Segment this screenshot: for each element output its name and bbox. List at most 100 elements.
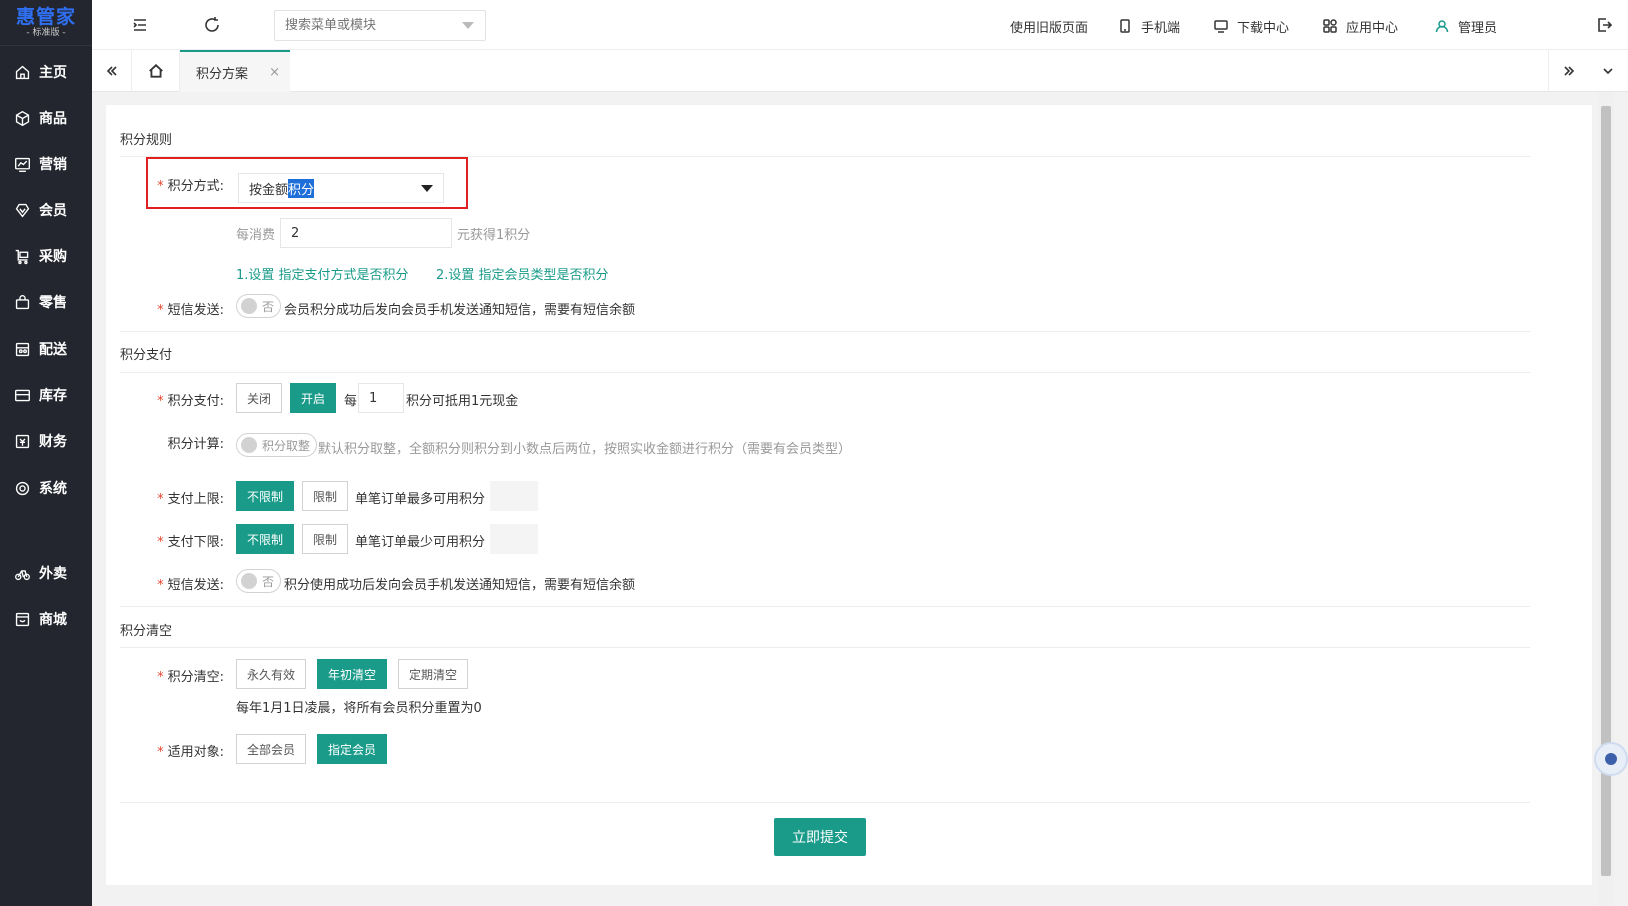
tab-menu-button[interactable] — [1588, 50, 1628, 92]
method-label: * 积分方式: — [157, 179, 224, 194]
sidebar-item-label: 商品 — [39, 111, 67, 127]
menu-toggle-button[interactable] — [130, 15, 150, 35]
sidebar-item-inventory[interactable]: 库存 — [0, 377, 92, 413]
switch-label: 否 — [262, 299, 275, 314]
member-type-setting-link[interactable]: 2.设置 指定会员类型是否积分 — [436, 264, 609, 283]
sidebar-item-home[interactable]: 主页 — [0, 54, 92, 90]
clear-year-start-button[interactable]: 年初清空 — [317, 659, 388, 689]
chart-icon — [15, 157, 30, 172]
settings-icon — [15, 481, 30, 495]
mobile-link[interactable]: 手机端 — [1117, 16, 1180, 36]
sidebar-item-label: 零售 — [39, 295, 67, 311]
points-pay-off-button[interactable]: 关闭 — [236, 383, 283, 413]
switch-knob — [241, 437, 257, 453]
double-chevron-right-icon — [1563, 66, 1574, 76]
sidebar-item-system[interactable]: 系统 — [0, 470, 92, 506]
page-scrollbar[interactable] — [1598, 92, 1614, 906]
clear-forever-button[interactable]: 永久有效 — [236, 659, 307, 689]
home-icon — [148, 64, 163, 78]
every-label: 每 — [344, 394, 358, 409]
user-icon — [1435, 20, 1449, 33]
logout-button[interactable] — [1594, 15, 1614, 35]
switch-knob — [241, 298, 257, 314]
points-method-value: 按金额 — [249, 182, 289, 198]
per-spend-input[interactable] — [280, 218, 452, 248]
sidebar-item-marketing[interactable]: 营销 — [0, 146, 92, 182]
old-page-link[interactable]: 使用旧版页面 — [1010, 16, 1088, 36]
target-label: * 适用对象: — [157, 745, 224, 760]
target-specific-members-button[interactable]: 指定会员 — [317, 734, 388, 764]
refresh-button[interactable] — [202, 15, 222, 35]
upper-limit-input[interactable] — [490, 481, 538, 511]
sidebar-item-delivery[interactable]: 配送 — [0, 331, 92, 367]
clear-label: * 积分清空: — [157, 670, 224, 685]
sidebar-item-finance[interactable]: 财务 — [0, 423, 92, 459]
download-center-label: 下载中心 — [1237, 20, 1290, 36]
search-input[interactable] — [274, 10, 486, 41]
divider — [120, 372, 1530, 373]
search-dropdown-arrow-icon[interactable] — [462, 22, 474, 29]
tab-points-scheme[interactable]: 积分方案 × — [180, 50, 290, 92]
divider — [120, 647, 1530, 648]
tab-bar: 积分方案 × — [92, 50, 1628, 92]
sidebar-item-mall[interactable]: 商城 — [0, 601, 92, 637]
brand-logo[interactable]: 惠管家 - 标准版 - — [0, 0, 92, 46]
inbox-icon — [15, 389, 30, 401]
lower-limit-description: 单笔订单最少可用积分 — [355, 535, 486, 550]
sidebar-item-label: 采购 — [39, 249, 67, 265]
switch-label: 否 — [262, 574, 275, 589]
sidebar-item-goods[interactable]: 商品 — [0, 100, 92, 136]
submit-button[interactable]: 立即提交 — [774, 818, 866, 856]
points-pay-label: * 积分支付: — [157, 394, 224, 409]
target-all-members-button[interactable]: 全部会员 — [236, 734, 307, 764]
upper-limit-description: 单笔订单最多可用积分 — [355, 492, 486, 507]
sidebar-item-takeout[interactable]: 外卖 — [0, 555, 92, 591]
sidebar-item-member[interactable]: 会员 — [0, 192, 92, 228]
tab-scroll-right-button[interactable] — [1548, 50, 1588, 92]
app-center-link[interactable]: 应用中心 — [1322, 16, 1398, 36]
pay-sms-switch[interactable]: 否 — [236, 569, 282, 593]
section-title-rules: 积分规则 — [120, 133, 173, 148]
upper-unlimited-button[interactable]: 不限制 — [236, 481, 295, 511]
switch-label: 积分取整 — [262, 438, 311, 453]
points-per-cash-input[interactable] — [358, 383, 404, 413]
points-pay-on-button[interactable]: 开启 — [290, 383, 337, 413]
points-method-select[interactable]: 按金额 积分 — [238, 173, 444, 203]
sidebar-item-purchase[interactable]: 采购 — [0, 238, 92, 274]
points-per-cash-suffix: 积分可抵用1元现金 — [406, 394, 519, 409]
tab-scroll-left-button[interactable] — [92, 50, 132, 92]
switch-knob — [241, 573, 257, 589]
points-calc-label: 积分计算: — [167, 437, 224, 452]
sidebar: 惠管家 - 标准版 - 主页 商品 营销 会员 采购 零售 配送 库存 财务 系… — [0, 0, 92, 906]
finance-icon — [15, 434, 30, 448]
mobile-label: 手机端 — [1141, 20, 1181, 36]
points-form-panel: 积分规则 *积分方式: 按金额积分 每消费 元获得1积分 1.设置 指定支付方式… — [106, 105, 1592, 885]
clear-periodic-button[interactable]: 定期清空 — [398, 659, 469, 689]
per-spend-suffix: 元获得1积分 — [457, 228, 531, 243]
tab-home-button[interactable] — [132, 50, 180, 92]
caret-down-icon — [421, 185, 433, 192]
close-icon[interactable]: × — [269, 65, 280, 80]
bike-icon — [15, 569, 30, 580]
points-round-switch[interactable]: 积分取整 — [236, 433, 318, 457]
menu-fold-icon — [133, 19, 146, 31]
sidebar-item-label: 库存 — [39, 388, 67, 404]
assistant-float-icon[interactable] — [1594, 742, 1628, 776]
user-menu[interactable]: 管理员 — [1434, 16, 1497, 36]
top-bar: 使用旧版页面 手机端 下载中心 应用中心 管理员 — [92, 0, 1628, 50]
payment-method-setting-link[interactable]: 1.设置 指定支付方式是否积分 — [236, 264, 409, 283]
sms-switch[interactable]: 否 — [236, 294, 282, 318]
sidebar-item-retail[interactable]: 零售 — [0, 284, 92, 320]
lower-limited-button[interactable]: 限制 — [302, 524, 349, 554]
lower-unlimited-button[interactable]: 不限制 — [236, 524, 295, 554]
section-title-payment: 积分支付 — [120, 348, 173, 363]
sidebar-item-label: 商城 — [39, 612, 67, 628]
cart-icon — [15, 249, 29, 264]
lower-limit-input[interactable] — [490, 524, 538, 554]
per-spend-label: 每消费 — [236, 228, 276, 243]
lower-limit-label: * 支付下限: — [157, 535, 224, 550]
brand-name: 惠管家 — [15, 5, 76, 28]
sidebar-item-label: 配送 — [39, 342, 67, 358]
upper-limited-button[interactable]: 限制 — [302, 481, 349, 511]
download-center-link[interactable]: 下载中心 — [1213, 16, 1289, 36]
